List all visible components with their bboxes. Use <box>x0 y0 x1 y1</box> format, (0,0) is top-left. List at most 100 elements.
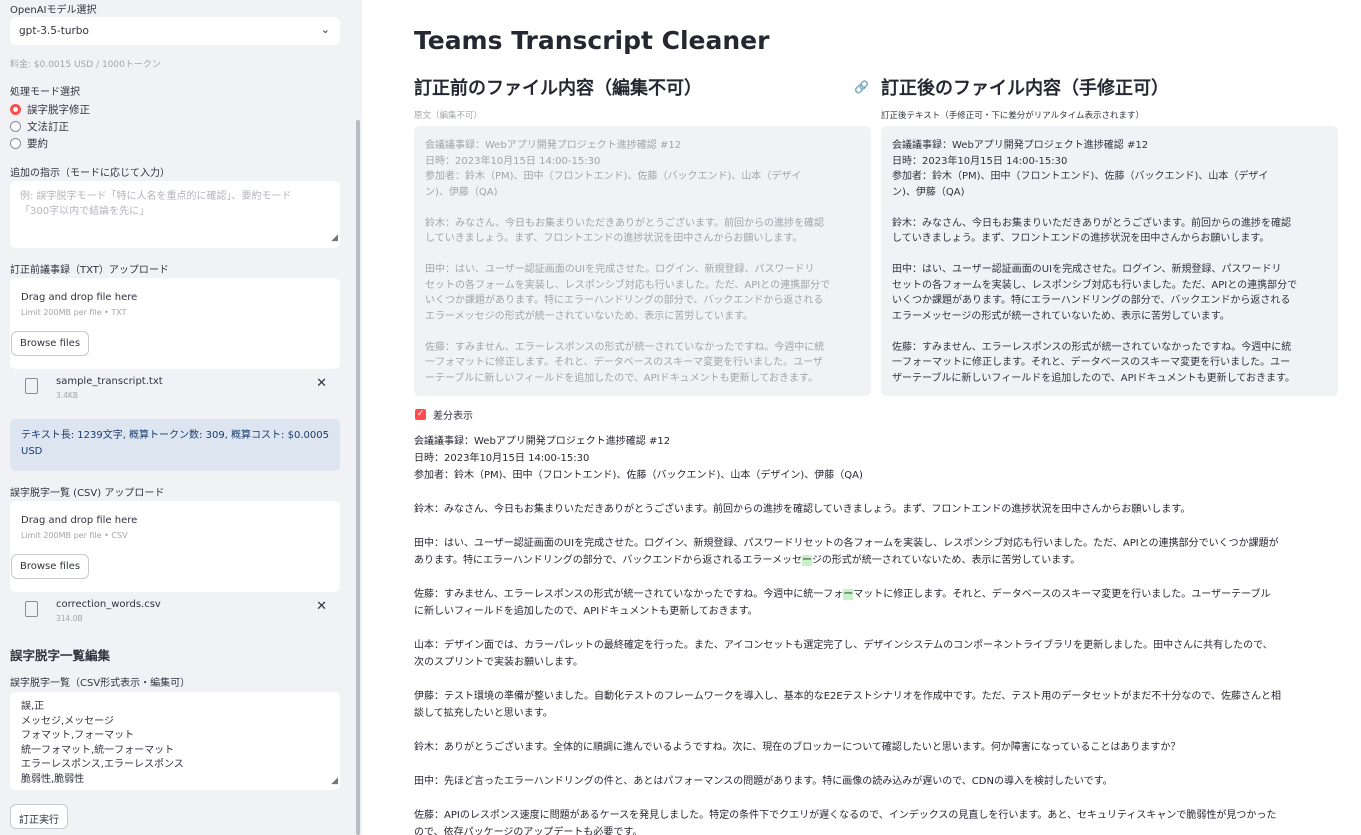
text-line: ーテーブルに新しいフィールドを追加したので、APIドキュメントも更新しておきます… <box>425 372 819 384</box>
text-line: 日時：2023年10月15日 14:00-15:30 <box>425 155 601 167</box>
csv-edit-label: 誤字脱字一覧（CSV形式表示・編集可） <box>10 678 191 689</box>
close-icon[interactable]: ✕ <box>316 376 327 391</box>
text-line: いくつか課題があります。特にエラーハンドリングの部分で、バックエンドから返される <box>425 295 824 306</box>
text-line: 田中：はい、ユーザー認証画面のUIを完成させた。ログイン、新規登録、パスワードリ <box>892 264 1282 275</box>
model-select-label: OpenAIモデル選択 <box>10 5 97 16</box>
model-select[interactable]: gpt-3.5-turbo ⌄ <box>10 17 340 45</box>
browse-files-button-txt[interactable]: Browse files <box>11 331 90 356</box>
sidebar-scrollbar[interactable] <box>356 120 360 835</box>
radio-label-grammar: 文法訂正 <box>27 121 69 133</box>
text-stats-info: テキスト長: 1239文字, 概算トークン数: 309, 概算コスト: $0.0… <box>10 419 340 471</box>
dropzone-title: Drag and drop file here <box>21 292 138 303</box>
text-line: していきましょう。まず、フロントエンドの進捗状況を田中さんからお願いします。 <box>425 233 803 244</box>
csv-line: メッセジ,メッセージ <box>21 715 114 727</box>
text-line: いくつか課題があります。特にエラーハンドリングの部分で、バックエンドから返される <box>892 295 1291 306</box>
file-icon <box>25 601 38 617</box>
text-line: 佐藤：すみません、エラーレスポンスの形式が統一されていなかったですね。今週中に統 <box>892 341 1292 353</box>
text-line: セットの各フォームを実装し、レスポンシブ対応も行いました。ただ、APIとの連携部… <box>892 279 1298 291</box>
diff-line: 佐藤：APIのレスポンス速度に問題があるケースを発見しました。特定の条件下でクエ… <box>414 810 1277 821</box>
price-caption: 料金: $0.0015 USD / 1000トークン <box>10 60 161 70</box>
diff-line: 伊藤：テスト環境の準備が整いました。自動化テストのフレームワークを導入し、基本的… <box>414 691 1281 702</box>
diff-line: 鈴木：みなさん、今日もお集まりいただきありがとうございます。前回からの進捗を確認… <box>414 504 1191 515</box>
sidebar: OpenAIモデル選択 gpt-3.5-turbo ⌄ 料金: $0.0015 … <box>0 0 362 835</box>
file-name: sample_transcript.txt <box>56 376 163 387</box>
file-size: 3.4KB <box>56 391 78 400</box>
corrected-text-area[interactable]: 会議議事録：Webアプリ開発プロジェクト進捗確認 #12 日時：2023年10月… <box>881 126 1338 396</box>
text-line: 田中：はい、ユーザー認証画面のUIを完成させた。ログイン、新規登録、パスワードリ <box>425 264 815 275</box>
diff-insertion: ー <box>802 555 812 566</box>
radio-grammar[interactable]: 文法訂正 <box>10 119 69 134</box>
text-line: 参加者：鈴木（PM)、田中（フロントエンド)、佐藤（バックエンド)、山本（デザイ <box>425 171 802 182</box>
text-line: 会議議事録：Webアプリ開発プロジェクト進捗確認 #12 <box>892 140 1149 151</box>
text-line: ン)、伊藤（QA) <box>892 186 965 198</box>
diff-checkbox[interactable]: ✓ 差分表示 <box>415 407 473 422</box>
instruction-input[interactable]: 例: 誤字脱字モード「特に人名を重点的に確認」、要約モード 「300字以内で結論… <box>10 181 340 248</box>
diff-text: マットに修正します。それと、データベースのスキーマ変更を行いました。ユーザーテー… <box>853 589 1271 600</box>
before-textarea-label: 原文（編集不可） <box>414 111 483 121</box>
diff-view: 会議議事録：Webアプリ開発プロジェクト進捗確認 #12 日時：2023年10月… <box>414 433 1338 835</box>
radio-unselected-icon <box>10 138 21 149</box>
diff-checkbox-label: 差分表示 <box>433 411 473 422</box>
original-text-area: 会議議事録：Webアプリ開発プロジェクト進捗確認 #12 日時：2023年10月… <box>414 126 871 396</box>
diff-line: 山本：デザイン面では、カラーパレットの最終確定を行った。また、アイコンセットも選… <box>414 640 1273 651</box>
resize-handle-icon[interactable]: ◢ <box>331 231 338 246</box>
diff-line: 日時：2023年10月15日 14:00-15:30 <box>414 453 590 464</box>
after-textarea-label: 訂正後テキスト（手修正可・下に差分がリアルタイム表示されます） <box>881 111 1144 121</box>
resize-handle-icon[interactable]: ◢ <box>331 774 338 789</box>
text-line: エラーメッセジの形式が統一されていないため、表示に苦労しています。 <box>425 310 753 322</box>
radio-unselected-icon <box>10 121 21 132</box>
browse-files-button-csv[interactable]: Browse files <box>11 554 90 579</box>
csv-line: 統一フォマット,統一フォーマット <box>21 744 175 756</box>
radio-label-summary: 要約 <box>27 138 48 150</box>
text-line: 参加者：鈴木（PM)、田中（フロントエンド)、佐藤（バックエンド)、山本（デザイ <box>892 171 1269 182</box>
diff-line: 田中：はい、ユーザー認証画面のUIを完成させた。ログイン、新規登録、パスワードリ… <box>414 538 1279 549</box>
diff-line: 談して拡充したいと思います。 <box>414 708 553 719</box>
diff-line: 会議議事録：Webアプリ開発プロジェクト進捗確認 #12 <box>414 436 671 447</box>
radio-label-typo: 誤字脱字修正 <box>27 104 90 116</box>
csv-line: エラーレスポンス,エラーレスポンス <box>21 759 184 770</box>
upload-txt-label: 訂正前議事録（TXT）アップロード <box>10 265 169 276</box>
radio-typo[interactable]: 誤字脱字修正 <box>10 102 90 117</box>
csv-line: 誤,正 <box>21 701 45 712</box>
csv-line: 脆弱性,脆弱性 <box>21 773 85 785</box>
close-icon[interactable]: ✕ <box>316 599 327 614</box>
file-size: 314.0B <box>56 614 83 623</box>
correction-edit-heading: 誤字脱字一覧編集 <box>10 648 111 663</box>
text-line: 一フォーマットに修正します。それと、データベースのスキーマ変更を行いました。ユー <box>892 357 1291 368</box>
diff-text: 佐藤：すみません、エラーレスポンスの形式が統一されていなかったですね。今週中に統… <box>414 589 844 600</box>
text-line: 会議議事録：Webアプリ開発プロジェクト進捗確認 #12 <box>425 140 682 151</box>
text-line: 鈴木：みなさん、今日もお集まりいただきありがとうございます。前回からの進捗を確認 <box>425 217 824 229</box>
link-icon[interactable]: 🔗 <box>854 80 869 94</box>
csv-edit-textarea[interactable]: 誤,正 メッセジ,メッセージ フォマット,フォーマット 統一フォマット,統一フォ… <box>10 692 340 790</box>
diff-line: 鈴木：ありがとうございます。全体的に順調に進んでいるようですね。次に、現在のブロ… <box>414 742 1181 753</box>
diff-line: 参加者：鈴木（PM)、田中（フロントエンド)、佐藤（バックエンド)、山本（デザイ… <box>414 470 863 481</box>
upload-csv-label: 誤字脱字一覧 (CSV) アップロード <box>10 488 165 499</box>
text-line: していきましょう。まず、フロントエンドの進捗状況を田中さんからお願いします。 <box>892 233 1270 244</box>
dropzone-limit: Limit 200MB per file • TXT <box>21 308 127 317</box>
diff-text: あります。特にエラーハンドリングの部分で、バックエンドから返されるエラーメッセ <box>414 555 802 566</box>
radio-summary[interactable]: 要約 <box>10 136 48 151</box>
diff-line: 田中：先ほど言ったエラーハンドリングの件と、あとはパフォーマンスの問題があります… <box>414 776 1113 787</box>
diff-line: 佐藤：すみません、エラーレスポンスの形式が統一されていなかったですね。今週中に統… <box>414 586 1338 603</box>
diff-text: ジの形式が統一されていないため、表示に苦労しています。 <box>811 555 1081 566</box>
instruction-placeholder-2: 「300字以内で結論を先に」 <box>20 206 150 217</box>
file-name: correction_words.csv <box>56 599 161 610</box>
diff-insertion: ー <box>843 589 854 600</box>
dropzone-title: Drag and drop file here <box>21 515 138 526</box>
csv-line: フォマット,フォーマット <box>21 730 135 741</box>
run-correction-button[interactable]: 訂正実行 <box>10 804 68 829</box>
file-icon <box>25 378 38 394</box>
before-heading: 訂正前のファイル内容（編集不可） <box>414 78 702 99</box>
